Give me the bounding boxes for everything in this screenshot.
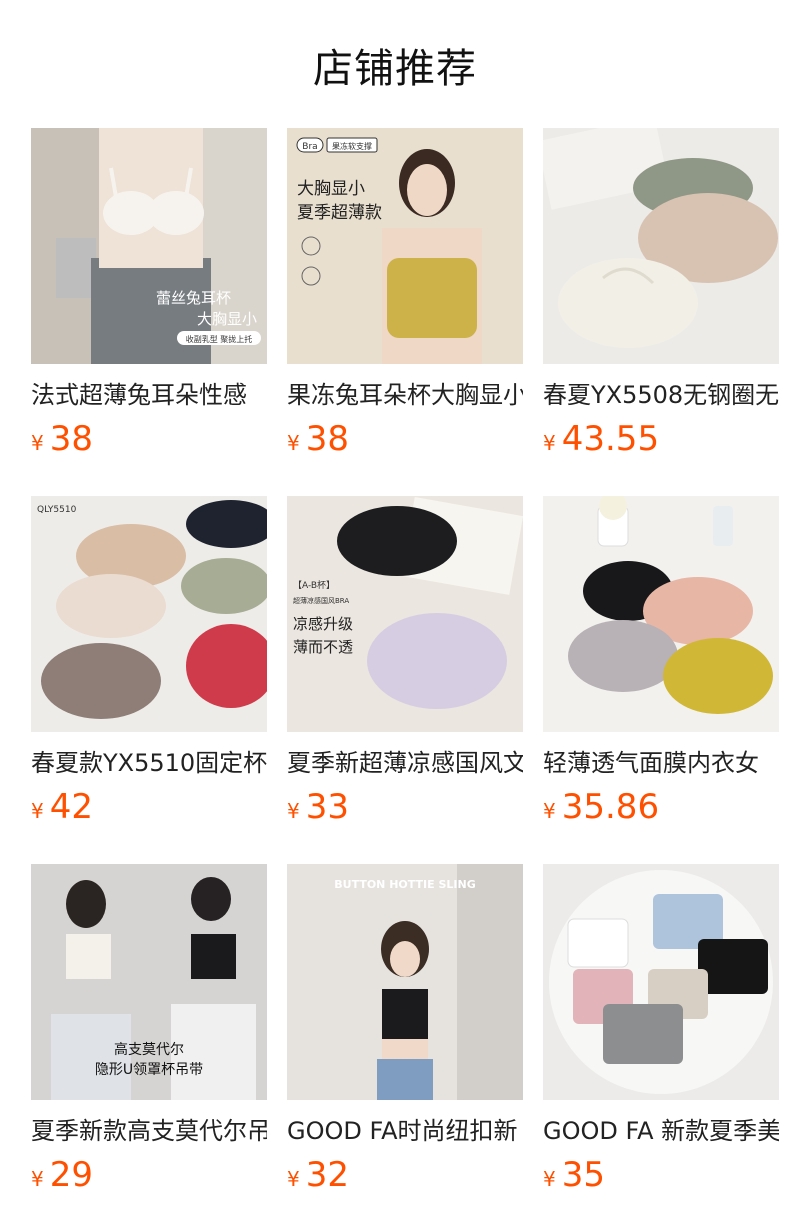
product-image[interactable]: Bra 果冻软支撑 大胸显小 夏季超薄款 [287, 128, 523, 364]
product-price: ¥ 42 [31, 788, 267, 826]
product-image[interactable]: BUTTON HOTTIE SLING [287, 864, 523, 1100]
overlay-text: 蕾丝兔耳杯 [156, 289, 231, 307]
product-price: ¥ 29 [31, 1156, 267, 1194]
currency-symbol: ¥ [543, 799, 556, 823]
product-image[interactable] [543, 496, 779, 732]
product-card[interactable]: 春夏YX5508无钢圈无 ¥ 43.55 [543, 128, 779, 458]
product-card[interactable]: Bra 果冻软支撑 大胸显小 夏季超薄款 果冻兔耳朵杯大胸显小 ¥ 38 [287, 128, 523, 458]
overlay-text: 果冻软支撑 [332, 141, 372, 151]
product-card[interactable]: 高支莫代尔 隐形U领罩杯吊带 夏季新款高支莫代尔吊 ¥ 29 [31, 864, 267, 1194]
price-value: 42 [49, 787, 93, 827]
overlay-text: BUTTON HOTTIE SLING [334, 878, 475, 891]
product-name[interactable]: 春夏款YX5510固定杯 [31, 748, 267, 778]
overlay-text: 收副乳型 聚拢上托 [186, 334, 253, 344]
product-price: ¥ 43.55 [543, 420, 779, 458]
product-name[interactable]: GOOD FA时尚纽扣新 [287, 1116, 523, 1146]
price-value: 29 [49, 1155, 93, 1195]
price-value: 35 [561, 1155, 605, 1195]
price-value: 38 [305, 419, 349, 459]
product-price: ¥ 35.86 [543, 788, 779, 826]
product-image[interactable] [543, 864, 779, 1100]
product-price: ¥ 38 [287, 420, 523, 458]
overlay-text: 凉感升级 [293, 615, 353, 633]
page-title: 店铺推荐 [313, 46, 477, 92]
overlay-text: 高支莫代尔 [114, 1041, 184, 1058]
product-card[interactable]: GOOD FA 新款夏季美 ¥ 35 [543, 864, 779, 1194]
price-value: 35.86 [561, 787, 660, 827]
overlay-text: 夏季超薄款 [297, 203, 382, 223]
product-price: ¥ 38 [31, 420, 267, 458]
product-image[interactable]: 【A-B杯】 超薄凉感国风BRA 凉感升级 薄而不透 [287, 496, 523, 732]
currency-symbol: ¥ [543, 431, 556, 455]
product-image[interactable]: 高支莫代尔 隐形U领罩杯吊带 [31, 864, 267, 1100]
overlay-text: 超薄凉感国风BRA [293, 596, 349, 605]
product-image[interactable]: QLY5510 [31, 496, 267, 732]
product-name[interactable]: 春夏YX5508无钢圈无 [543, 380, 779, 410]
product-name[interactable]: GOOD FA 新款夏季美 [543, 1116, 779, 1146]
product-image[interactable] [543, 128, 779, 364]
currency-symbol: ¥ [543, 1167, 556, 1191]
overlay-text: Bra [302, 142, 317, 152]
currency-symbol: ¥ [287, 431, 300, 455]
overlay-text: QLY5510 [37, 505, 77, 515]
price-value: 38 [49, 419, 93, 459]
product-image[interactable]: 蕾丝兔耳杯 大胸显小 收副乳型 聚拢上托 [31, 128, 267, 364]
currency-symbol: ¥ [31, 1167, 44, 1191]
overlay-text: 大胸显小 [197, 310, 257, 328]
currency-symbol: ¥ [287, 799, 300, 823]
product-card[interactable]: 蕾丝兔耳杯 大胸显小 收副乳型 聚拢上托 法式超薄兔耳朵性感 ¥ 38 [31, 128, 267, 458]
overlay-text: 大胸显小 [297, 179, 365, 199]
overlay-text: 【A-B杯】 [293, 579, 335, 591]
product-name[interactable]: 夏季新款高支莫代尔吊 [31, 1116, 267, 1146]
product-name[interactable]: 轻薄透气面膜内衣女 [543, 748, 779, 778]
currency-symbol: ¥ [31, 431, 44, 455]
overlay-text: 薄而不透 [293, 638, 353, 656]
product-price: ¥ 35 [543, 1156, 779, 1194]
price-value: 33 [305, 787, 349, 827]
product-card[interactable]: QLY5510 春夏款YX5510固定杯 ¥ 42 [31, 496, 267, 826]
overlay-text: 隐形U领罩杯吊带 [95, 1062, 203, 1078]
product-card[interactable]: 【A-B杯】 超薄凉感国风BRA 凉感升级 薄而不透 夏季新超薄凉感国风文 ¥ … [287, 496, 523, 826]
product-price: ¥ 33 [287, 788, 523, 826]
product-card[interactable]: BUTTON HOTTIE SLING GOOD FA时尚纽扣新 ¥ 32 [287, 864, 523, 1194]
product-price: ¥ 32 [287, 1156, 523, 1194]
price-value: 32 [305, 1155, 349, 1195]
product-card[interactable]: 轻薄透气面膜内衣女 ¥ 35.86 [543, 496, 779, 826]
product-name[interactable]: 果冻兔耳朵杯大胸显小 [287, 380, 523, 410]
product-name[interactable]: 夏季新超薄凉感国风文 [287, 748, 523, 778]
product-name[interactable]: 法式超薄兔耳朵性感 [31, 380, 267, 410]
price-value: 43.55 [561, 419, 660, 459]
currency-symbol: ¥ [287, 1167, 300, 1191]
currency-symbol: ¥ [31, 799, 44, 823]
